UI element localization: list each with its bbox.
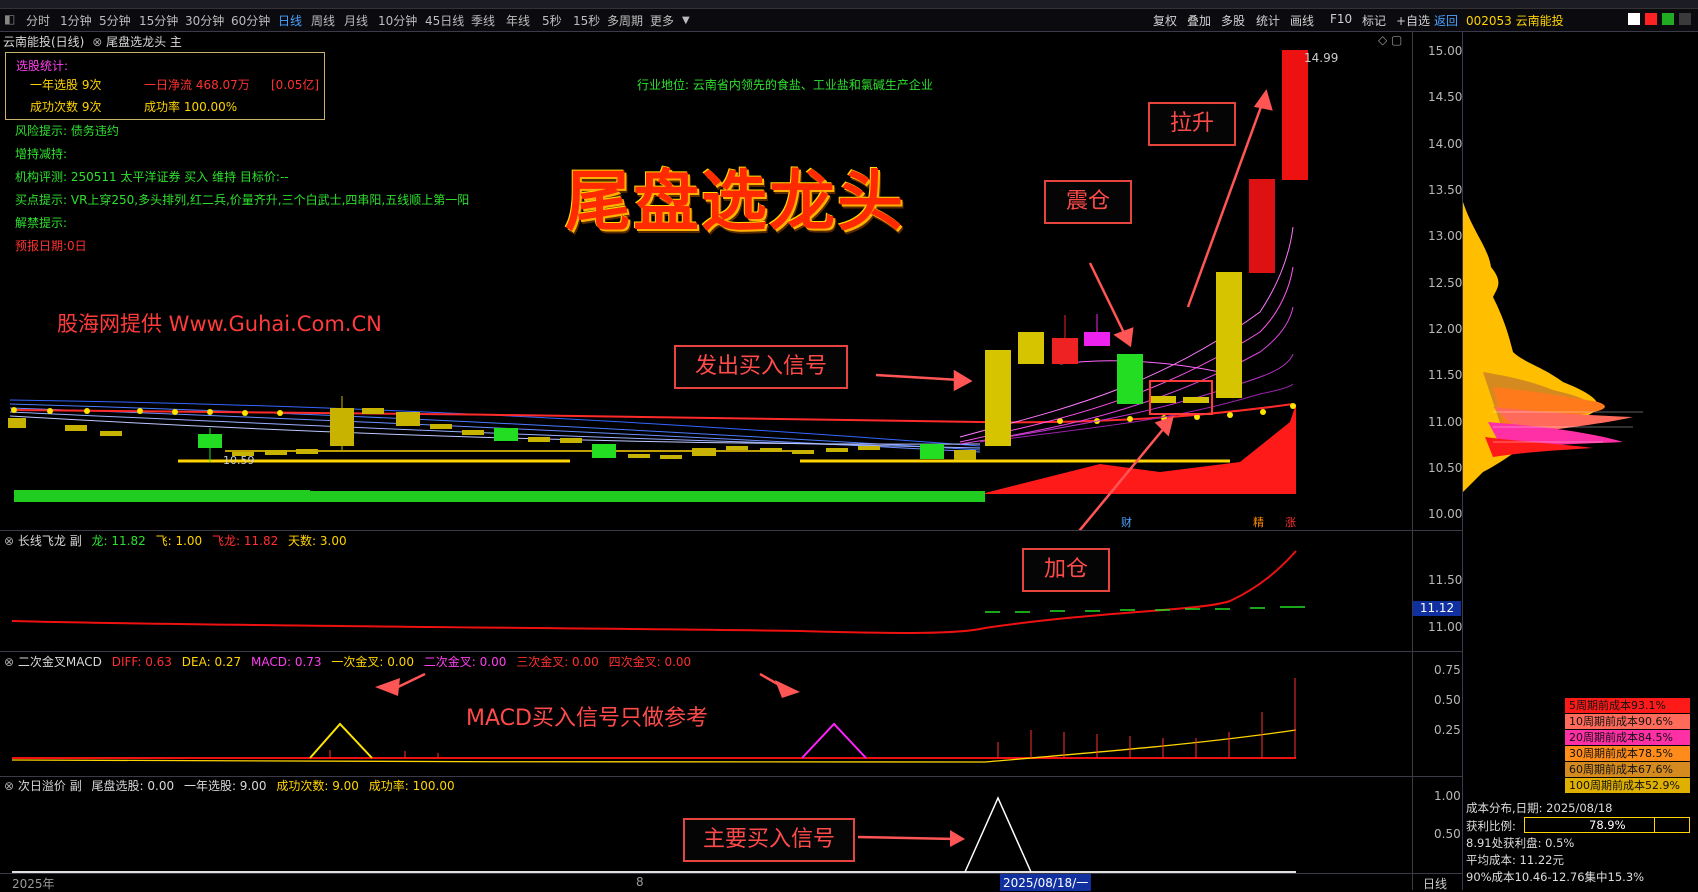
period-tab[interactable]: 1分钟 (60, 12, 92, 29)
date-axis-month: 8 (636, 875, 644, 889)
layout-icon[interactable]: ◧ (4, 12, 15, 26)
panel2-chart (11, 550, 1305, 634)
panel2-current-value: 11.12 (1413, 601, 1461, 616)
stats-button[interactable]: 统计 (1256, 12, 1280, 29)
stock-code-name: 002053 云南能投 (1466, 14, 1564, 28)
period-tab[interactable]: 10分钟 (378, 12, 417, 29)
period-tab[interactable]: 分时 (26, 12, 50, 29)
trend-band-green (14, 490, 310, 502)
cost-period-row: 60周期前成本67.6% (1565, 762, 1690, 777)
period-tab[interactable]: 60分钟 (231, 12, 270, 29)
candles-early (8, 396, 976, 462)
panel4-chart (12, 796, 1296, 873)
period-tab[interactable]: 多周期 (607, 12, 643, 29)
cost-period-row: 30周期前成本78.5% (1565, 746, 1690, 761)
period-tab[interactable]: 15分钟 (139, 12, 178, 29)
high-price-label: 14.99 (1304, 51, 1339, 65)
axis-separator (1412, 32, 1413, 890)
period-tab[interactable]: 30分钟 (185, 12, 224, 29)
period-tab-active[interactable]: 日线 (278, 12, 302, 29)
axis-tick: 14.00 (1428, 137, 1463, 151)
date-axis-period: 日线 (1423, 877, 1448, 891)
avg-cost: 平均成本: 11.22元 (1466, 853, 1564, 867)
draw-line-button[interactable]: 画线 (1290, 12, 1314, 29)
buy-signal-label: 发出买入信号 (674, 345, 848, 389)
cost-period-row: 5周期前成本93.1% (1565, 698, 1690, 713)
date-axis-cursor-date: 2025/08/18/一 (1000, 874, 1092, 891)
low-price-label: 10.59 (223, 454, 255, 467)
mark-button[interactable]: 标记 (1362, 12, 1386, 29)
settings-icon[interactable] (1679, 13, 1691, 25)
axis-tick: 1.00 (1434, 789, 1461, 803)
axis-tick: 11.50 (1428, 573, 1463, 587)
cost-distribution-chart (1463, 202, 1643, 492)
axis-tick: 0.25 (1434, 723, 1461, 737)
more-dropdown-icon[interactable]: ▼ (682, 15, 690, 26)
period-tab[interactable]: 年线 (506, 12, 530, 29)
jing-marker[interactable]: 精 (1253, 514, 1264, 530)
cost-90: 90%成本10.46-12.76集中15.3% (1466, 870, 1645, 884)
period-tab[interactable]: 更多 (650, 12, 674, 29)
fuquan-button[interactable]: 复权 (1153, 12, 1177, 29)
axis-tick: 12.50 (1428, 276, 1463, 290)
fan-line (999, 383, 1294, 441)
date-axis-year: 2025年 (12, 877, 55, 891)
axis-tick: 11.00 (1428, 415, 1463, 429)
period-tab[interactable]: 15秒 (573, 12, 600, 29)
lasheng-label: 拉升 (1148, 102, 1236, 146)
multi-stock-button[interactable]: 多股 (1221, 12, 1245, 29)
axis-tick: 11.00 (1428, 620, 1463, 634)
overlay-button[interactable]: 叠加 (1187, 12, 1211, 29)
add-watchlist-button[interactable]: +自选 (1396, 12, 1430, 29)
period-tab[interactable]: 周线 (311, 12, 335, 29)
axis-tick: 10.50 (1428, 461, 1463, 475)
cost-period-row: 100周期前成本52.9% (1565, 778, 1690, 793)
flag-icon[interactable] (1645, 13, 1657, 25)
profit-ratio-bar: 78.9% (1524, 817, 1690, 833)
cost-date: 成本分布,日期: 2025/08/18 (1466, 801, 1613, 815)
axis-tick: 0.75 (1434, 663, 1461, 677)
zhencang-label: 震仓 (1044, 180, 1132, 224)
window-top-strip (0, 0, 1698, 9)
axis-tick: 13.50 (1428, 183, 1463, 197)
zhang-marker[interactable]: 涨 (1285, 514, 1296, 530)
axis-tick: 11.50 (1428, 368, 1463, 382)
annotation-arrows (875, 89, 1273, 530)
profit-disc: 8.91处获利盘: 0.5% (1466, 836, 1575, 850)
panel3-chart (11, 672, 1297, 764)
back-button[interactable]: 返回 (1434, 12, 1458, 29)
axis-tick: 10.00 (1428, 507, 1463, 521)
axis-tick: 0.50 (1434, 693, 1461, 707)
axis-tick: 0.50 (1434, 827, 1461, 841)
window-icon[interactable] (1628, 13, 1640, 25)
period-tab[interactable]: 月线 (344, 12, 368, 29)
cost-period-row: 10周期前成本90.6% (1565, 714, 1690, 729)
period-tab[interactable]: 45日线 (425, 12, 464, 29)
axis-tick: 15.00 (1428, 44, 1463, 58)
profit-ratio-value: 78.9% (1589, 818, 1626, 832)
period-tab[interactable]: 5秒 (542, 12, 562, 29)
finance-marker[interactable]: 财 (1121, 514, 1132, 530)
profit-label: 获利比例: (1466, 819, 1516, 833)
axis-tick: 12.00 (1428, 322, 1463, 336)
cost-period-row: 20周期前成本84.5% (1565, 730, 1690, 745)
date-axis: 2025年 8 2025/08/18/一 日线 (0, 873, 1462, 891)
f10-button[interactable]: F10 (1330, 12, 1352, 26)
period-tab[interactable]: 季线 (471, 12, 495, 29)
green-marker-icon[interactable] (1662, 13, 1674, 25)
axis-tick: 13.00 (1428, 229, 1463, 243)
trend-band-green (310, 491, 985, 502)
period-toolbar: ◧ 分时 1分钟 5分钟 15分钟 30分钟 60分钟 日线 周线 月线 10分… (0, 9, 1698, 32)
period-tab[interactable]: 5分钟 (99, 12, 131, 29)
axis-tick: 14.50 (1428, 90, 1463, 104)
